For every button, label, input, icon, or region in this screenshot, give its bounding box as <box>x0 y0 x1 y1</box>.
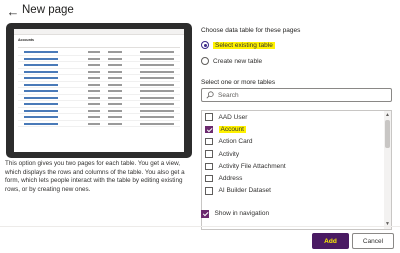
scrollbar-thumb[interactable] <box>385 120 390 148</box>
radio-label: Select existing table <box>213 41 275 49</box>
list-item-activity[interactable]: Activity <box>202 148 391 160</box>
list-item-account[interactable]: Account <box>202 123 391 135</box>
tables-label: Select one or more tables <box>201 79 276 86</box>
arrow-left-icon[interactable]: ← <box>6 5 20 19</box>
data-source-label: Choose data table for these pages <box>201 27 301 34</box>
radio-select-existing-table[interactable]: Select existing table <box>201 40 275 50</box>
show-in-navigation[interactable]: Show in navigation <box>201 210 269 218</box>
preview-rows <box>18 49 180 127</box>
cancel-button[interactable]: Cancel <box>352 233 394 249</box>
preview-top-bar <box>14 29 184 35</box>
list-item-action-card[interactable]: Action Card <box>202 136 391 148</box>
radio-button[interactable] <box>201 41 209 49</box>
list-item-label: Address <box>218 175 243 183</box>
dialog-header: ← New page <box>0 0 400 24</box>
preview-screen: Accounts <box>14 29 184 152</box>
scroll-up-icon[interactable]: ▲ <box>385 113 390 118</box>
list-item-label: Account <box>218 125 246 133</box>
checkbox[interactable] <box>205 174 213 183</box>
list-item-label: Action Card <box>218 138 253 146</box>
preview-row <box>18 121 180 127</box>
radio-create-new-table[interactable]: Create new table <box>201 56 262 66</box>
list-item-label: AAD User <box>218 113 248 121</box>
radio-button[interactable] <box>201 57 209 65</box>
dialog-title: New page <box>22 4 74 16</box>
show-in-navigation-checkbox[interactable] <box>201 210 209 218</box>
table-search-box[interactable] <box>201 88 392 102</box>
search-input[interactable] <box>218 91 378 99</box>
checkbox[interactable] <box>205 113 213 121</box>
checkbox[interactable] <box>205 137 213 146</box>
radio-label: Create new table <box>213 57 263 65</box>
list-item-label: Activity <box>218 150 240 158</box>
list-item-aad-user[interactable]: AAD User <box>202 111 391 123</box>
list-item-label: AI Builder Dataset <box>218 187 271 195</box>
page-preview-image: Accounts <box>6 23 192 158</box>
list-scrollbar[interactable]: ▲ ▼ <box>384 111 391 229</box>
preview-screen-title: Accounts <box>18 38 34 42</box>
checkbox[interactable] <box>205 150 213 158</box>
list-item-label: Activity File Attachment <box>218 162 286 170</box>
preview-tabs <box>18 44 180 48</box>
checkbox[interactable] <box>205 162 213 171</box>
show-in-navigation-label: Show in navigation <box>214 210 270 218</box>
list-item-address[interactable]: Address <box>202 172 391 184</box>
checkbox[interactable] <box>205 187 213 195</box>
search-icon <box>206 91 214 99</box>
option-description: This option gives you two pages for each… <box>5 160 185 193</box>
list-item-ai-builder-dataset[interactable]: AI Builder Dataset <box>202 185 391 197</box>
footer-divider <box>0 226 400 227</box>
checkbox[interactable] <box>205 125 213 134</box>
list-item-activity-file-attachment[interactable]: Activity File Attachment <box>202 160 391 172</box>
add-button[interactable]: Add <box>312 233 349 249</box>
